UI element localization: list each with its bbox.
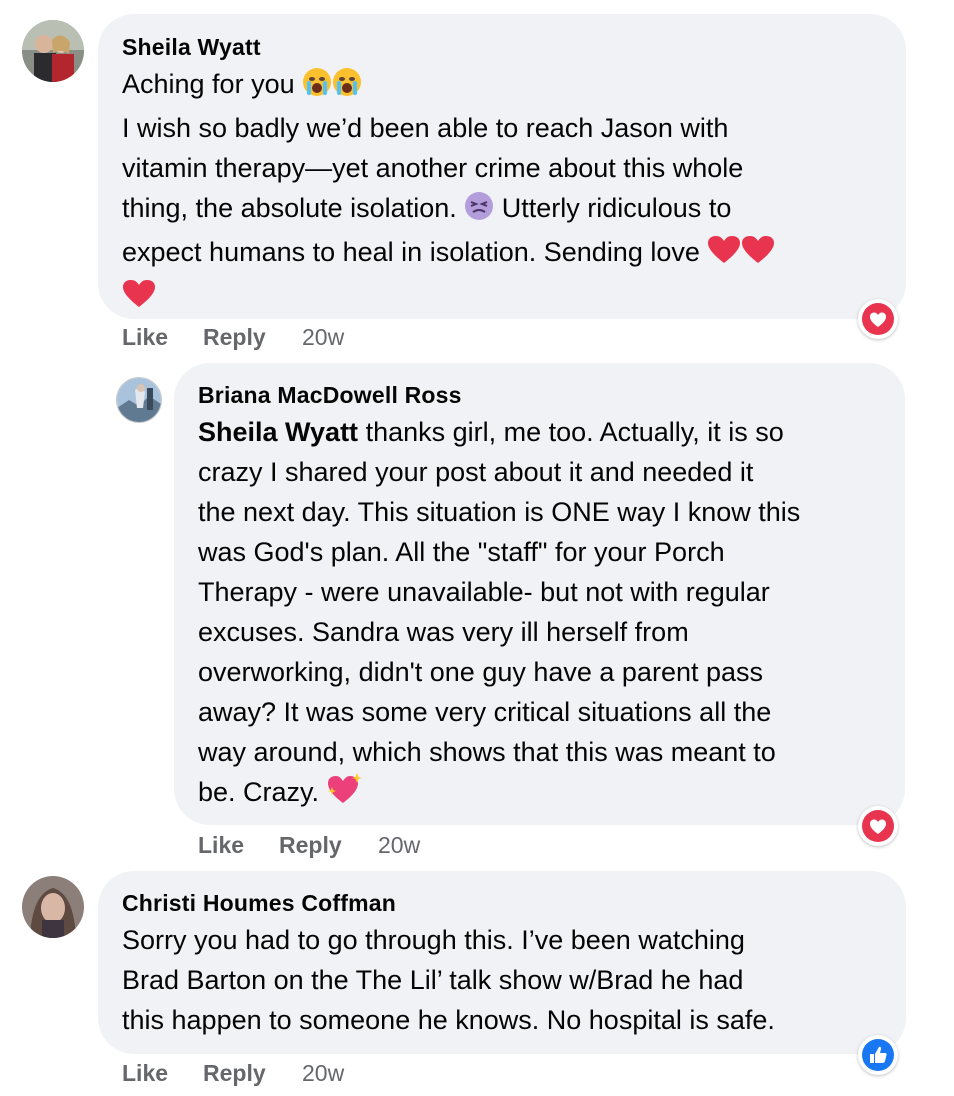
timestamp[interactable]: 20w: [302, 324, 344, 351]
comment-author[interactable]: Briana MacDowell Ross: [198, 382, 462, 409]
reply-button[interactable]: Reply: [279, 832, 342, 859]
comment-text: Sorry you had to go through this. I’ve b…: [122, 925, 775, 1035]
timestamp[interactable]: 20w: [378, 832, 420, 859]
thumbs-up-icon: [862, 1039, 894, 1071]
comment-text: Sheila Wyatt thanks girl, me too. Actual…: [198, 412, 898, 816]
timestamp[interactable]: 20w: [302, 1060, 344, 1087]
reply-button[interactable]: Reply: [203, 1060, 266, 1087]
sparkling-heart-emoji-icon: [327, 773, 363, 816]
comment-text: Aching for you I wish so badly we’d been…: [122, 64, 882, 320]
red-heart-emoji-icon: [122, 279, 156, 320]
red-heart-emoji-icon: [707, 235, 741, 276]
tired-face-emoji-icon: [464, 191, 494, 232]
like-reaction-badge[interactable]: [858, 1035, 898, 1075]
avatar[interactable]: [22, 876, 84, 938]
avatar[interactable]: [22, 20, 84, 82]
like-button[interactable]: Like: [122, 1060, 168, 1087]
like-button[interactable]: Like: [122, 324, 168, 351]
like-button[interactable]: Like: [198, 832, 244, 859]
love-reaction-badge[interactable]: [858, 299, 898, 339]
comment-body: thanks girl, me too. Actually, it is so …: [198, 417, 801, 807]
heart-icon: [862, 303, 894, 335]
mention-link[interactable]: Sheila Wyatt: [198, 417, 358, 447]
reply-button[interactable]: Reply: [203, 324, 266, 351]
love-reaction-badge[interactable]: [858, 806, 898, 846]
avatar[interactable]: [116, 377, 162, 423]
comment-line: Aching for you: [122, 69, 295, 99]
heart-icon: [862, 810, 894, 842]
comment-author[interactable]: Christi Houmes Coffman: [122, 890, 396, 917]
comment-author[interactable]: Sheila Wyatt: [122, 34, 261, 61]
red-heart-emoji-icon: [741, 235, 775, 276]
crying-face-emoji-icon: [302, 67, 332, 108]
crying-face-emoji-icon: [332, 67, 362, 108]
